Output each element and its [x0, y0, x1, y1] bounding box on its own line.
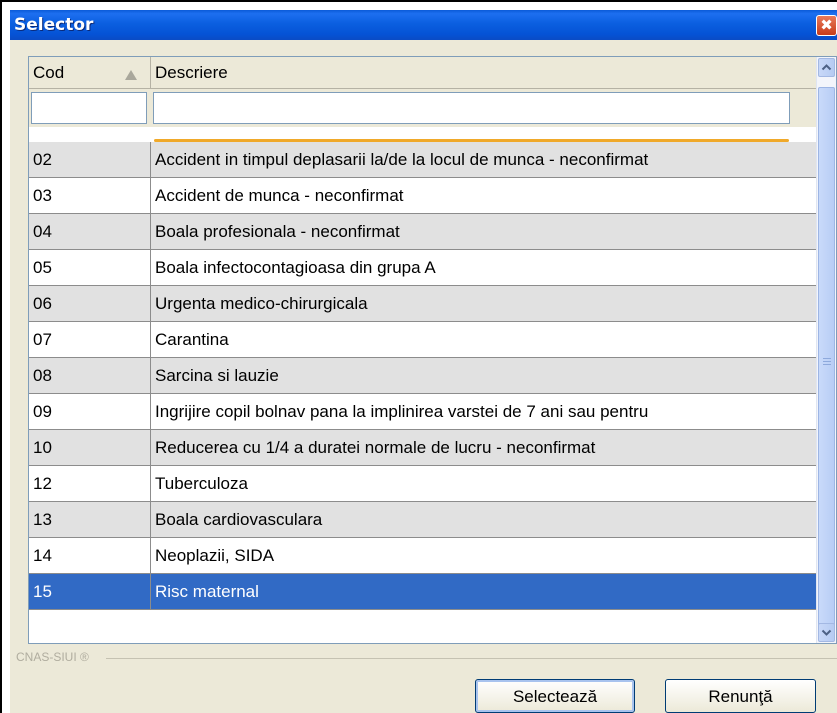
- table-row[interactable]: 13 Boala cardiovasculara: [29, 502, 817, 538]
- sort-ascending-icon: [125, 70, 137, 80]
- chevron-down-icon: [821, 629, 832, 636]
- column-header-cod-label: Cod: [33, 63, 65, 82]
- cell-descriere: Reducerea cu 1/4 a duratei normale de lu…: [151, 430, 817, 466]
- table-row[interactable]: 14 Neoplazii, SIDA: [29, 538, 817, 574]
- selector-window: Selector ✖ Cod Descriere 02 Accident in t…: [10, 10, 837, 713]
- filter-row: [29, 89, 817, 127]
- cell-descriere: Carantina: [151, 322, 817, 358]
- vertical-scrollbar[interactable]: [816, 57, 836, 643]
- cell-cod: 08: [29, 358, 151, 394]
- cell-cod: 09: [29, 394, 151, 430]
- cell-cod: 07: [29, 322, 151, 358]
- table-row[interactable]: 03 Accident de munca - neconfirmat: [29, 178, 817, 214]
- cell-cod: 15: [29, 574, 151, 610]
- close-icon[interactable]: ✖: [816, 15, 837, 36]
- brand-divider: [106, 658, 837, 659]
- grip-line: [823, 358, 831, 359]
- table-row[interactable]: 05 Boala infectocontagioasa din grupa A: [29, 250, 817, 286]
- cell-descriere: Boala profesionala - neconfirmat: [151, 214, 817, 250]
- cell-cod: 03: [29, 178, 151, 214]
- scroll-down-button[interactable]: [818, 623, 835, 642]
- table-row[interactable]: 06 Urgenta medico-chirurgicala: [29, 286, 817, 322]
- title-bar[interactable]: Selector ✖: [10, 10, 837, 40]
- cod-filter-input[interactable]: [31, 92, 147, 124]
- cell-descriere: Tuberculoza: [151, 466, 817, 502]
- cell-cod: 14: [29, 538, 151, 574]
- cell-cod: 04: [29, 214, 151, 250]
- cell-descriere: Accident in timpul deplasarii la/de la l…: [151, 142, 817, 178]
- cell-descriere: Boala infectocontagioasa din grupa A: [151, 250, 817, 286]
- cell-descriere: Boala cardiovasculara: [151, 502, 817, 538]
- window-title: Selector: [14, 15, 94, 35]
- table-row[interactable]: 12 Tuberculoza: [29, 466, 817, 502]
- cell-descriere: Urgenta medico-chirurgicala: [151, 286, 817, 322]
- selector-grid: Cod Descriere 02 Accident in timpul depla…: [28, 56, 837, 644]
- table-row[interactable]: 10 Reducerea cu 1/4 a duratei normale de …: [29, 430, 817, 466]
- table-row[interactable]: 02 Accident in timpul deplasarii la/de la…: [29, 142, 817, 178]
- cancel-button[interactable]: Renunţă: [665, 679, 816, 713]
- cell-descriere: Accident de munca - neconfirmat: [151, 178, 817, 214]
- scroll-up-button[interactable]: [818, 58, 835, 77]
- cell-cod: 05: [29, 250, 151, 286]
- cell-descriere: Risc maternal: [151, 574, 817, 610]
- table-row[interactable]: 09 Ingrijire copil bolnav pana la implini…: [29, 394, 817, 430]
- brand-label: CNAS-SIUI ®: [16, 650, 89, 664]
- cell-descriere: Ingrijire copil bolnav pana la implinire…: [151, 394, 817, 430]
- cell-cod: 06: [29, 286, 151, 322]
- column-header-descriere[interactable]: Descriere: [151, 57, 817, 89]
- cell-descriere: Sarcina si lauzie: [151, 358, 817, 394]
- rows-container: 02 Accident in timpul deplasarii la/de la…: [29, 142, 817, 610]
- cell-descriere: Neoplazii, SIDA: [151, 538, 817, 574]
- table-row[interactable]: 15 Risc maternal: [29, 574, 817, 610]
- table-row[interactable]: 08 Sarcina si lauzie: [29, 358, 817, 394]
- cell-cod: 10: [29, 430, 151, 466]
- grip-line: [823, 364, 831, 365]
- table-row[interactable]: 04 Boala profesionala - neconfirmat: [29, 214, 817, 250]
- grip-line: [823, 361, 831, 362]
- chevron-up-icon: [821, 64, 832, 71]
- cell-cod: 12: [29, 466, 151, 502]
- frame-top-line: [0, 0, 837, 2]
- select-button[interactable]: Selectează: [475, 679, 635, 713]
- cell-cod: 13: [29, 502, 151, 538]
- descriere-filter-input[interactable]: [153, 92, 790, 124]
- scroll-thumb[interactable]: [818, 87, 835, 635]
- column-header-cod[interactable]: Cod: [29, 57, 151, 89]
- table-row[interactable]: 07 Carantina: [29, 322, 817, 358]
- frame-left-line: [0, 0, 2, 713]
- cell-cod: 02: [29, 142, 151, 178]
- column-header-descriere-label: Descriere: [155, 63, 228, 82]
